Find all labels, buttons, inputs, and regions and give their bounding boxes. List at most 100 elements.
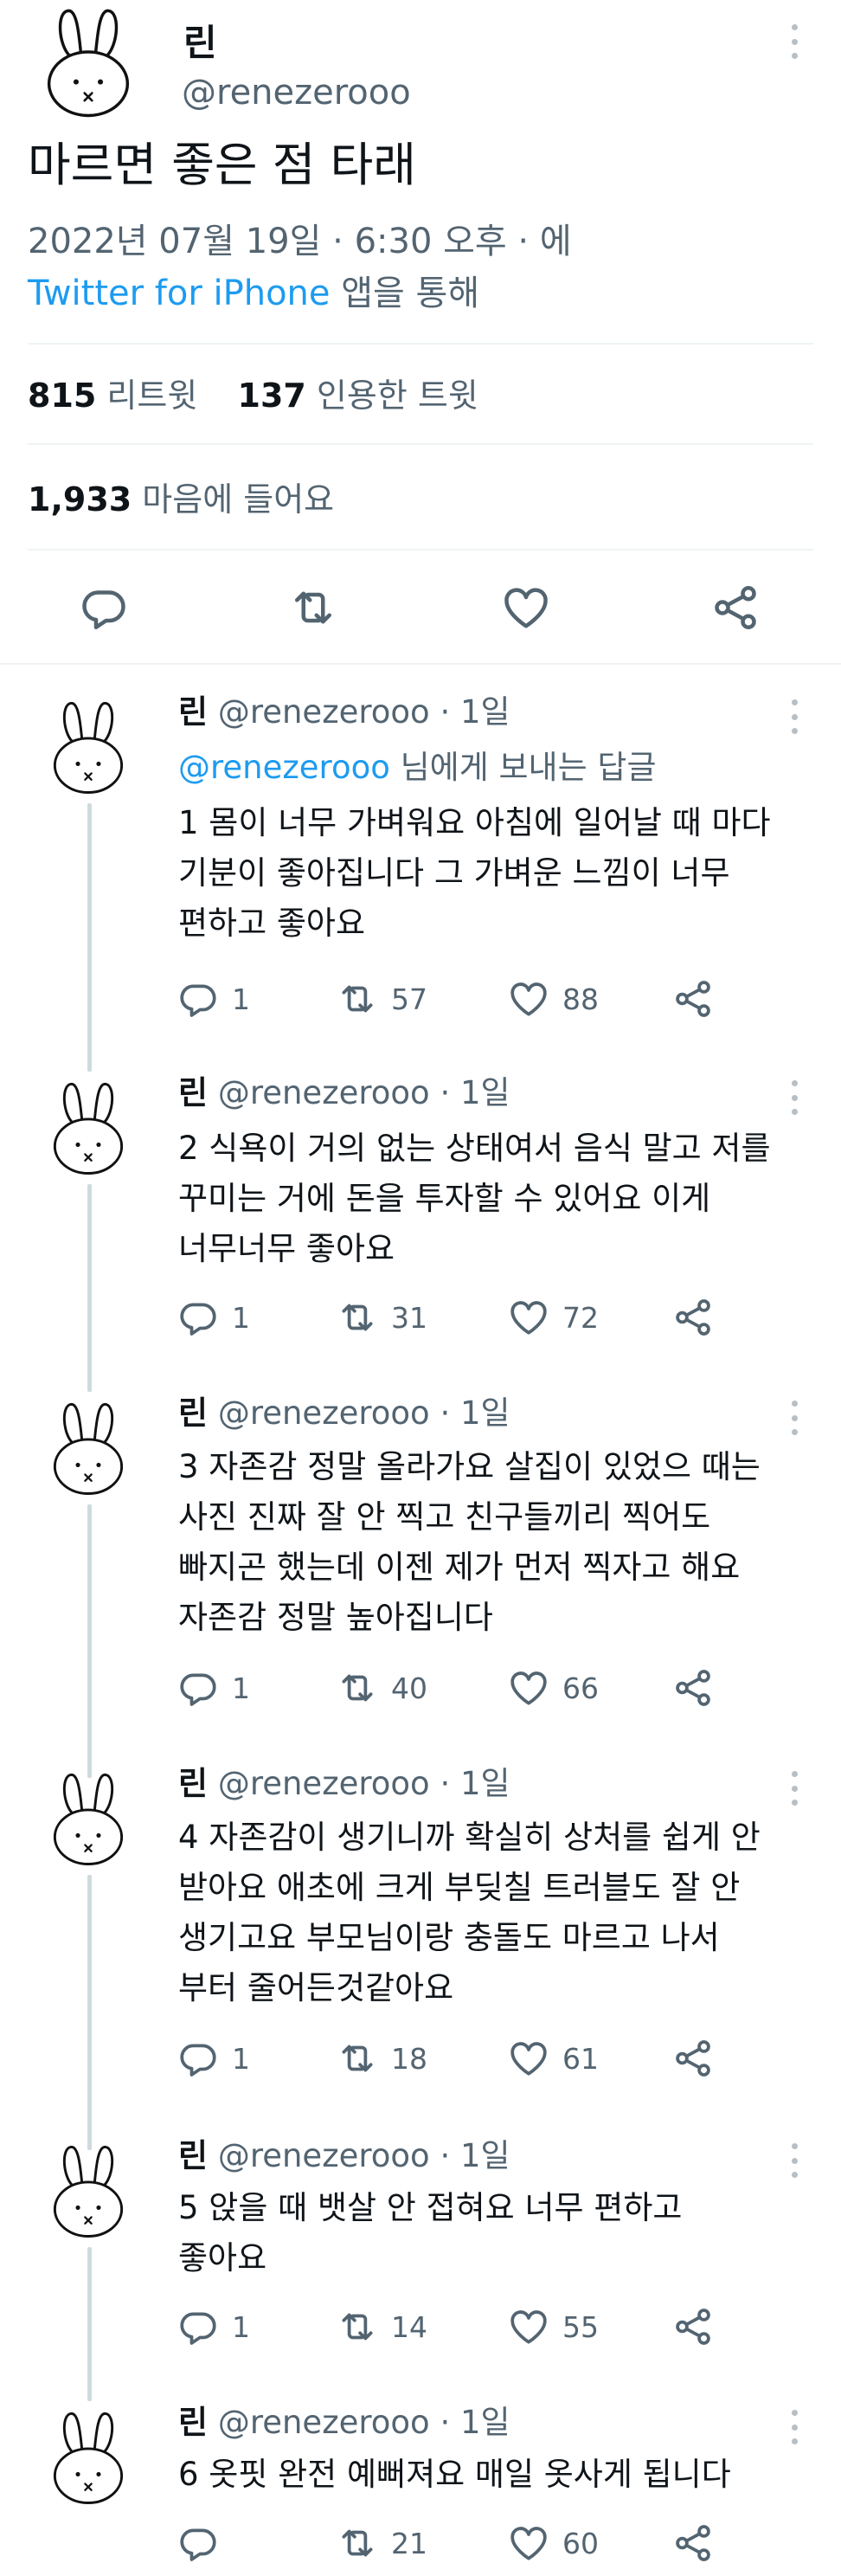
reply-button[interactable] [177,2519,232,2567]
retweet-icon [336,2521,379,2565]
reply-time[interactable]: · 1일 [440,2137,510,2174]
retweet-button[interactable]: 21 [336,2519,427,2567]
reply-button[interactable]: 1 [177,975,250,1023]
reply-button[interactable] [76,580,132,635]
more-vertical-icon[interactable] [786,2406,803,2448]
like-button[interactable]: 60 [507,2519,599,2567]
reply-author-name[interactable]: 린 [178,2404,208,2441]
likes-stat[interactable]: 1,933 마음에 들어요 [28,473,334,520]
thread-line [87,1504,92,1778]
like-button[interactable]: 66 [507,1664,599,1712]
share-icon [671,1666,715,1710]
replying-to-handle[interactable]: @renezerooo [178,749,390,786]
reply-button[interactable]: 1 [177,1293,250,1342]
retweets-stat[interactable]: 815 리트윗 [28,377,208,415]
more-vertical-icon[interactable] [786,21,803,62]
reply-author-name[interactable]: 린 [178,693,208,731]
reply-header: 린 @renezerooo · 1일 [178,1762,510,1806]
retweet-button[interactable] [286,580,341,635]
reply-author-name[interactable]: 린 [178,1074,208,1111]
retweet-button[interactable]: 31 [336,1293,427,1342]
reply-count: 1 [232,2041,250,2076]
miffy-bunny-avatar[interactable] [42,7,135,119]
reply-author-handle[interactable]: @renezerooo [218,1765,430,1802]
more-vertical-icon[interactable] [786,696,803,737]
like-button[interactable]: 72 [507,1293,599,1342]
reply-icon [177,2305,220,2348]
like-count: 88 [562,982,599,1016]
reply-time[interactable]: · 1일 [440,693,510,731]
retweet-count: 18 [391,2041,427,2076]
likes-label: 마음에 들어요 [142,480,335,518]
share-button[interactable] [671,2519,715,2567]
author-handle[interactable]: @renezerooo [182,73,411,113]
reply-text: 6 옷핏 완전 예뻐져요 매일 옷사게 됩니다 [178,2456,731,2493]
retweet-button[interactable]: 18 [336,2034,427,2083]
retweet-icon [287,582,339,634]
retweets-count: 815 [28,377,97,415]
divider [28,443,813,445]
divider [28,549,813,551]
retweet-button[interactable]: 40 [336,1664,427,1712]
retweet-icon [336,1666,379,1710]
reply-author-handle[interactable]: @renezerooo [218,693,430,731]
author-name[interactable]: 린 [183,14,217,67]
reply-count: 1 [232,982,250,1016]
more-vertical-icon[interactable] [786,1397,803,1439]
reply-button[interactable]: 1 [177,2034,250,2083]
reply-author-handle[interactable]: @renezerooo [218,2137,430,2174]
reply-author-name[interactable]: 린 [178,2137,208,2174]
quotes-stat[interactable]: 137 인용한 트윗 [238,377,478,415]
reply-author-handle[interactable]: @renezerooo [218,1394,430,1432]
divider [28,343,813,345]
reply-author-name[interactable]: 린 [178,1394,208,1432]
miffy-bunny-avatar[interactable] [48,1401,128,1497]
miffy-bunny-avatar[interactable] [48,2410,128,2507]
retweet-button[interactable]: 57 [336,975,427,1023]
reply-text: 2 식욕이 거의 없는 상태여서 음식 말고 저를 꾸미는 거에 돈을 투자할 … [178,1130,771,1267]
more-vertical-icon[interactable] [786,2140,803,2181]
reply-author-name[interactable]: 린 [178,1765,208,1802]
miffy-bunny-avatar[interactable] [48,1771,128,1868]
retweets-label: 리트윗 [106,377,198,415]
quotes-label: 인용한 트윗 [316,377,478,415]
heart-icon [500,582,552,634]
like-button[interactable] [498,580,554,635]
reply-header: 린 @renezerooo · 1일 [178,1392,510,1435]
more-vertical-icon[interactable] [786,1077,803,1118]
heart-icon [507,2305,550,2348]
share-button[interactable] [671,2302,715,2351]
reply-time[interactable]: · 1일 [440,1765,510,1802]
retweet-icon [336,2305,379,2348]
reply-time[interactable]: · 1일 [440,1394,510,1432]
reply-button[interactable]: 1 [177,1664,250,1712]
retweet-button[interactable]: 14 [336,2302,427,2351]
reply-author-handle[interactable]: @renezerooo [218,1074,430,1111]
miffy-bunny-avatar[interactable] [48,2143,128,2240]
tweet-text: 마르면 좋은 점 타래 [28,138,416,192]
quotes-count: 137 [237,377,306,415]
reply-button[interactable]: 1 [177,2302,250,2351]
tweet-source: Twitter for iPhone 앱을 통해 [28,265,479,315]
heart-icon [507,2521,550,2565]
share-button[interactable] [671,1664,715,1712]
miffy-bunny-avatar[interactable] [48,1080,128,1177]
reply-author-handle[interactable]: @renezerooo [218,2404,430,2441]
miffy-bunny-avatar[interactable] [48,699,128,796]
share-icon [709,582,761,634]
reply-count: 1 [232,2309,250,2344]
more-vertical-icon[interactable] [786,1768,803,1809]
share-button[interactable] [671,975,715,1023]
share-button[interactable] [708,580,763,635]
share-icon [671,2037,715,2080]
like-button[interactable]: 55 [507,2302,599,2351]
share-button[interactable] [671,2034,715,2083]
reply-time[interactable]: · 1일 [440,2404,510,2441]
like-button[interactable]: 88 [507,975,599,1023]
source-link[interactable]: Twitter for iPhone [28,274,331,313]
share-button[interactable] [671,1293,715,1342]
like-button[interactable]: 61 [507,2034,599,2083]
like-count: 60 [562,2526,599,2560]
share-icon [671,1296,715,1339]
reply-time[interactable]: · 1일 [440,1074,510,1111]
